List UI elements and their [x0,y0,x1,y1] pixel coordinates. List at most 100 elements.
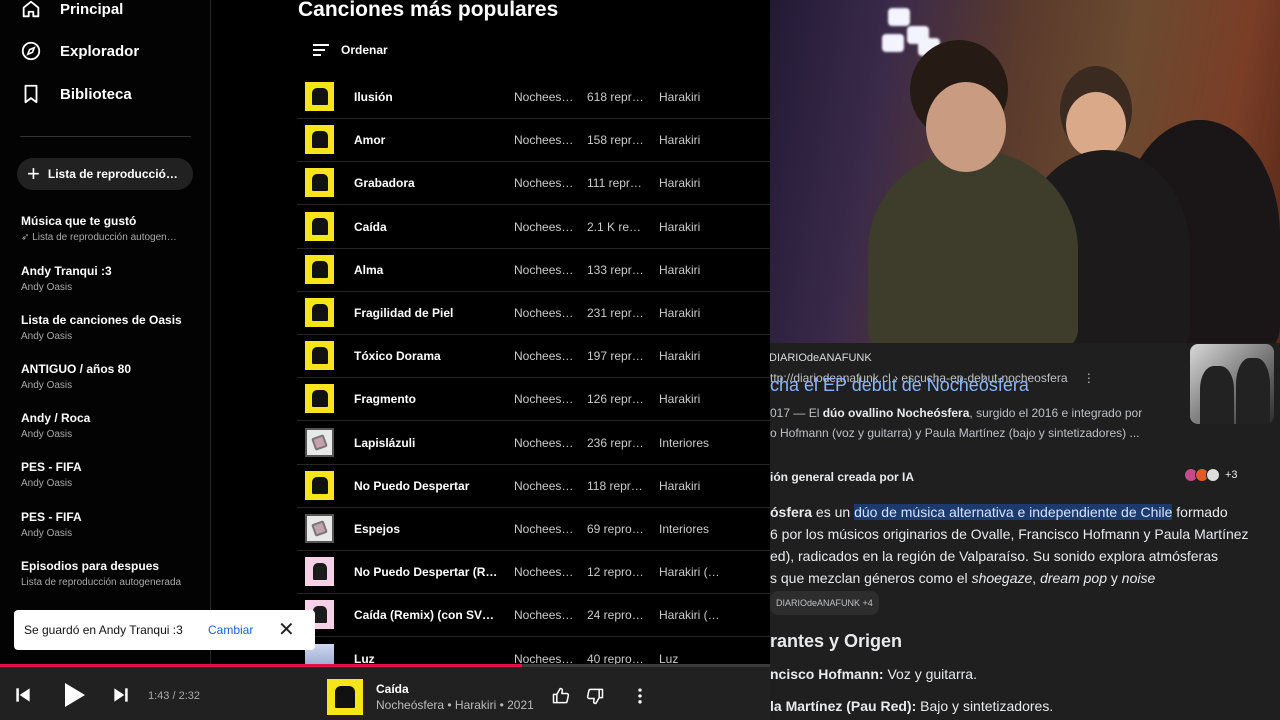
song-title[interactable]: No Puedo Despertar [354,479,500,493]
song-album[interactable]: Harakiri [659,479,731,493]
source-chip[interactable]: DIARIOdeANAFUNK +4 [770,591,879,615]
progress-bar[interactable] [0,664,770,667]
song-artist[interactable]: Nochees… [514,652,574,664]
song-thumbnail[interactable] [305,514,334,543]
more-vert-icon[interactable]: ⋮ [1083,371,1095,385]
song-album[interactable]: Harakiri [659,176,731,190]
song-thumbnail[interactable] [305,168,334,198]
nav-item-explorador[interactable]: Explorador [20,38,139,64]
now-playing-cover[interactable] [327,679,363,715]
song-title[interactable]: No Puedo Despertar (Re… [354,565,500,579]
song-album[interactable]: Harakiri [659,133,731,147]
result-title[interactable]: cha el EP debut de Nocheósfera [770,375,1029,396]
song-thumbnail[interactable] [305,470,334,500]
song-row[interactable]: Fragilidad de Piel Nochees… 231 repr… Harak… [297,292,770,335]
song-album[interactable]: Interiores [659,436,731,450]
song-album[interactable]: Interiores [659,522,731,536]
playlist-item[interactable]: PES - FIFA Andy Oasis [21,510,201,539]
playlist-item[interactable]: PES - FIFA Andy Oasis [21,460,201,489]
song-artist[interactable]: Nochees… [514,479,574,493]
song-album[interactable]: Harakiri [659,90,731,104]
song-thumbnail[interactable] [305,82,334,111]
next-button[interactable] [110,684,132,706]
nav-item-principal[interactable]: Principal [20,0,123,22]
playlist-title: PES - FIFA [21,510,82,524]
song-thumbnail[interactable] [305,384,334,414]
song-thumbnail[interactable] [305,427,334,457]
song-row[interactable]: Tóxico Dorama Nochees… 197 repr… Harakiri [297,335,770,379]
song-row[interactable]: Fragmento Nochees… 126 repr… Harakiri [297,378,770,422]
song-album[interactable]: Harakiri (… [659,565,731,579]
playlist-item[interactable]: Lista de canciones de Oasis Andy Oasis [21,313,201,342]
playlist-item[interactable]: ANTIGUO / años 80 Andy Oasis [21,362,201,391]
song-title[interactable]: Caída (Remix) (con SVN… [354,608,500,622]
song-artist[interactable]: Nochees… [514,263,574,277]
close-icon[interactable]: ✕ [278,620,295,640]
song-row[interactable]: Grabadora Nochees… 111 repr… Harakiri [297,162,770,206]
song-thumbnail[interactable] [305,341,334,371]
playlist-item[interactable]: Música que te gustó ➶ Lista de reproducc… [21,214,201,243]
song-row[interactable]: Alma Nochees… 133 repr… Harakiri [297,249,770,292]
song-artist[interactable]: Nochees… [514,90,574,104]
song-artist[interactable]: Nochees… [514,176,574,190]
song-artist[interactable]: Nochees… [514,608,574,622]
song-title[interactable]: Ilusión [354,90,500,104]
song-row[interactable]: Ilusión Nochees… 618 repr… Harakiri [297,76,770,119]
song-title[interactable]: Fragmento [354,392,500,406]
song-row[interactable]: Luz Nochees… 40 repro… Luz [297,638,770,664]
song-thumbnail[interactable] [305,125,334,155]
song-artist[interactable]: Nochees… [514,306,574,320]
song-row[interactable]: Espejos Nochees… 69 repro… Interiores [297,508,770,551]
song-title[interactable]: Lapislázuli [354,436,500,450]
play-button[interactable] [56,678,90,712]
song-thumbnail[interactable] [305,557,334,587]
nav-item-biblioteca[interactable]: Biblioteca [20,81,132,107]
song-album[interactable]: Luz [659,652,731,664]
song-row[interactable]: Caída Nochees… 2.1 K rep… Harakiri [297,206,770,249]
song-album[interactable]: Harakiri [659,306,731,320]
member-item: la Martínez (Pau Red): Bajo y sintetizad… [770,698,1053,714]
song-album[interactable]: Harakiri [659,220,731,234]
song-artist[interactable]: Nochees… [514,220,574,234]
playlist-item[interactable]: Andy / Roca Andy Oasis [21,411,201,440]
now-playing-subtitle[interactable]: Nocheósfera • Harakiri • 2021 [376,698,534,712]
dislike-button[interactable] [583,684,607,708]
sort-button[interactable]: Ordenar [313,40,388,60]
song-title[interactable]: Espejos [354,522,500,536]
now-playing-title[interactable]: Caída [376,682,409,696]
playlist-item[interactable]: Episodios para despues Lista de reproduc… [21,559,201,588]
song-artist[interactable]: Nochees… [514,392,574,406]
song-artist[interactable]: Nochees… [514,436,574,450]
more-options-button[interactable] [630,684,650,708]
song-album[interactable]: Harakiri [659,263,731,277]
song-title[interactable]: Amor [354,133,500,147]
song-album[interactable]: Harakiri (… [659,608,731,622]
previous-button[interactable] [12,684,34,706]
song-thumbnail[interactable] [305,254,334,284]
song-artist[interactable]: Nochees… [514,522,574,536]
song-album[interactable]: Harakiri [659,392,731,406]
song-artist[interactable]: Nochees… [514,349,574,363]
song-row[interactable]: No Puedo Despertar (Re… Nochees… 12 repro…… [297,551,770,595]
playlist-item[interactable]: Andy Tranqui :3 Andy Oasis [21,264,201,293]
song-title[interactable]: Caída [354,220,500,234]
song-row[interactable]: No Puedo Despertar Nochees… 118 repr… Harak… [297,465,770,508]
ai-sources-avatars[interactable]: +3 [1184,468,1238,482]
song-title[interactable]: Fragilidad de Piel [354,306,500,320]
song-title[interactable]: Tóxico Dorama [354,349,500,363]
song-row[interactable]: Caída (Remix) (con SVN… Nochees… 24 repro…… [297,594,770,638]
result-thumbnail[interactable] [1190,344,1274,424]
like-button[interactable] [549,684,573,708]
song-title[interactable]: Grabadora [354,176,500,190]
song-row[interactable]: Lapislázuli Nochees… 236 repr… Interiores [297,422,770,465]
song-thumbnail[interactable] [305,298,334,327]
song-row[interactable]: Amor Nochees… 158 repr… Harakiri [297,119,770,163]
song-title[interactable]: Luz [354,652,500,664]
song-artist[interactable]: Nochees… [514,133,574,147]
toast-change-button[interactable]: Cambiar [208,623,268,637]
song-title[interactable]: Alma [354,263,500,277]
song-album[interactable]: Harakiri [659,349,731,363]
song-thumbnail[interactable] [305,211,334,241]
song-artist[interactable]: Nochees… [514,565,574,579]
new-playlist-button[interactable]: + Lista de reproducció… [17,158,193,190]
